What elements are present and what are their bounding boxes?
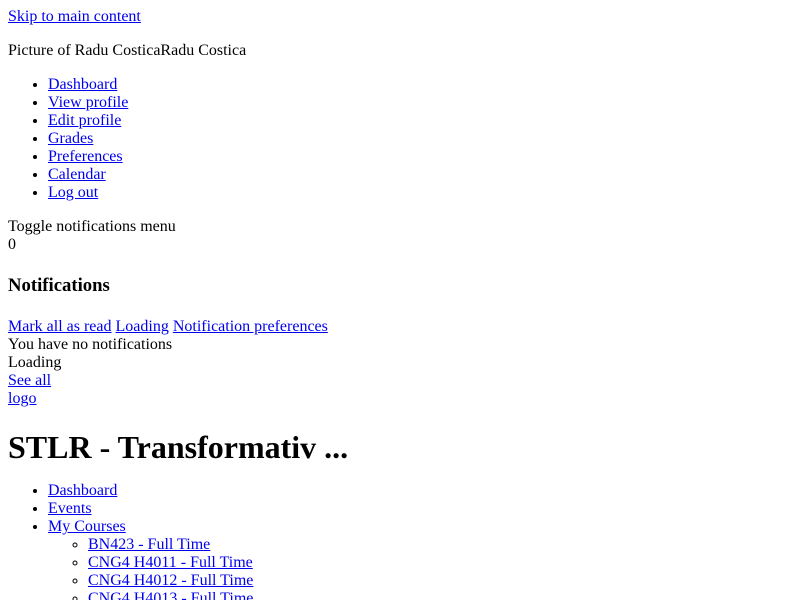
main-nav-item-events: Events [48, 500, 792, 518]
skip-to-main-content-link[interactable]: Skip to main content [8, 8, 792, 26]
user-menu: Dashboard View profile Edit profile Grad… [8, 76, 792, 202]
user-menu-link-view-profile[interactable]: View profile [48, 94, 128, 111]
user-menu-item-grades: Grades [48, 130, 792, 148]
notifications-count-badge: 0 [8, 236, 16, 253]
course-item: BN423 - Full Time [88, 536, 792, 554]
user-menu-link-log-out[interactable]: Log out [48, 184, 98, 201]
no-notifications-text: You have no notifications [8, 336, 173, 353]
main-nav-link-dashboard[interactable]: Dashboard [48, 482, 117, 499]
main-nav-link-events[interactable]: Events [48, 500, 92, 517]
user-menu-link-grades[interactable]: Grades [48, 130, 93, 147]
notifications-heading: Notifications [8, 275, 110, 296]
user-menu-toggle[interactable]: Picture of Radu CosticaRadu Costica [8, 42, 792, 60]
user-name: Radu Costica [160, 42, 247, 59]
main-nav-item-my-courses: My Courses BN423 - Full Time CNG4 H4011 … [48, 518, 792, 600]
notifications-toggle-icon[interactable]: Toggle notifications menu [8, 218, 792, 236]
course-item: CNG4 H4012 - Full Time [88, 572, 792, 590]
user-menu-item-calendar: Calendar [48, 166, 792, 184]
user-menu-link-edit-profile[interactable]: Edit profile [48, 112, 121, 129]
site-logo[interactable]: logo [8, 390, 792, 408]
loading-icon: Loading [115, 318, 169, 335]
course-link-cng4-h4011[interactable]: CNG4 H4011 - Full Time [88, 554, 253, 571]
my-courses-list: BN423 - Full Time CNG4 H4011 - Full Time… [48, 536, 792, 600]
user-menu-link-preferences[interactable]: Preferences [48, 148, 123, 165]
notifications-actions: Mark all as read Loading Notification pr… [8, 318, 792, 336]
course-item: CNG4 H4011 - Full Time [88, 554, 792, 572]
site-title: STLR - Transformativ ... [8, 429, 349, 465]
user-menu-link-calendar[interactable]: Calendar [48, 166, 106, 183]
course-link-cng4-h4012[interactable]: CNG4 H4012 - Full Time [88, 572, 253, 589]
user-menu-item-preferences: Preferences [48, 148, 792, 166]
course-link-cng4-h4013[interactable]: CNG4 H4013 - Full Time [88, 590, 253, 600]
course-link-bn423[interactable]: BN423 - Full Time [88, 536, 210, 553]
loading-spinner-icon: Loading [8, 354, 62, 371]
see-all-notifications-link[interactable]: See all [8, 372, 792, 390]
user-menu-link-dashboard[interactable]: Dashboard [48, 76, 117, 93]
main-nav: Dashboard Events My Courses BN423 - Full… [8, 482, 792, 600]
user-menu-item-log-out: Log out [48, 184, 792, 202]
mark-all-read-icon[interactable]: Mark all as read [8, 318, 112, 335]
user-menu-item-dashboard: Dashboard [48, 76, 792, 94]
user-menu-item-edit-profile: Edit profile [48, 112, 792, 130]
notification-preferences-icon[interactable]: Notification preferences [173, 318, 328, 335]
page: Skip to main content Picture of Radu Cos… [0, 0, 800, 600]
user-avatar: Picture of Radu Costica [8, 42, 161, 59]
main-nav-item-dashboard: Dashboard [48, 482, 792, 500]
main-nav-link-my-courses[interactable]: My Courses [48, 518, 126, 535]
user-menu-item-view-profile: View profile [48, 94, 792, 112]
course-item: CNG4 H4013 - Full Time [88, 590, 792, 600]
